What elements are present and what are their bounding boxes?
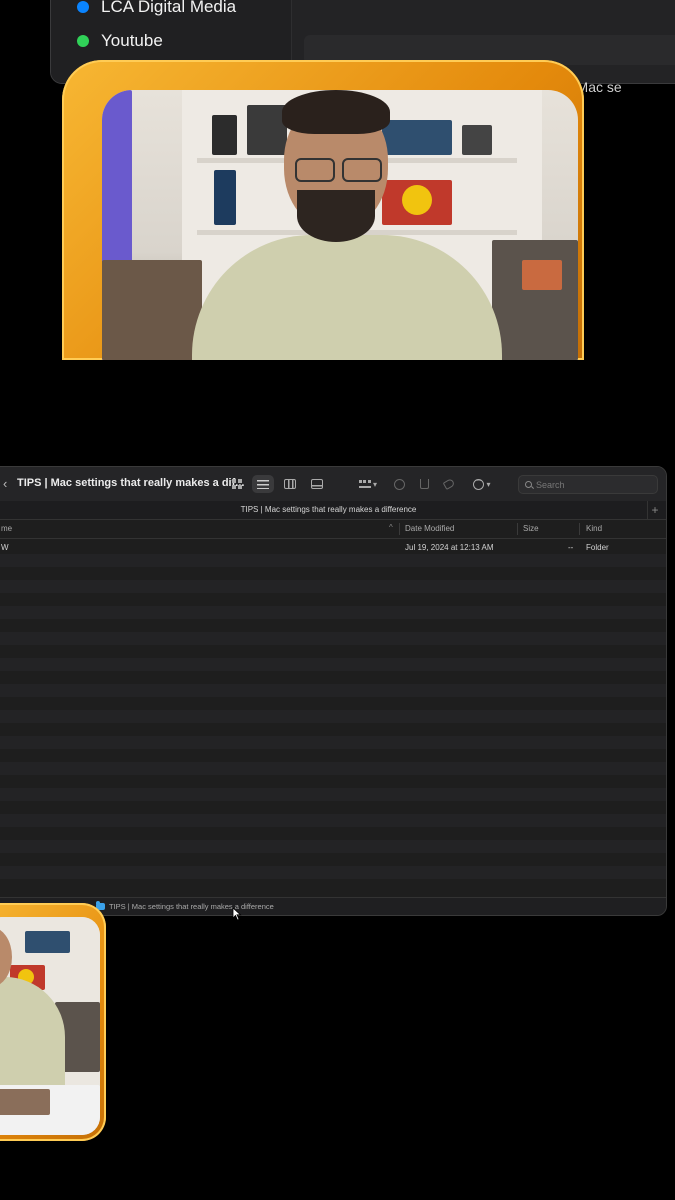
share-button[interactable]	[413, 475, 435, 493]
search-field[interactable]	[518, 475, 658, 494]
group-icon	[358, 479, 371, 489]
path-bar-item[interactable]: TIPS | Mac settings that really makes a …	[96, 901, 274, 911]
list-view-button[interactable]	[252, 475, 274, 493]
webcam-video-small	[0, 917, 100, 1135]
search-icon	[525, 481, 532, 488]
sort-chevron-icon: ^	[389, 523, 393, 532]
webcam-overlay-small	[0, 903, 106, 1141]
airdrop-button[interactable]	[388, 475, 410, 493]
search-input[interactable]	[536, 479, 646, 490]
column-view-button[interactable]	[279, 475, 301, 493]
empty-row	[0, 710, 666, 723]
webcam-overlay-large	[62, 60, 584, 360]
empty-row	[0, 658, 666, 671]
empty-row	[0, 866, 666, 879]
webcam-video	[102, 90, 578, 360]
table-row[interactable]: W Jul 19, 2024 at 12:13 AM -- Folder	[0, 541, 666, 554]
blue-tag-dot-icon	[77, 1, 89, 13]
tag-button[interactable]	[438, 475, 460, 493]
finder-toolbar: ‹ TIPS | Mac settings that really makes …	[0, 467, 666, 502]
empty-row	[0, 645, 666, 658]
chevron-down-icon: ▾	[372, 479, 377, 489]
airdrop-icon	[393, 478, 405, 490]
empty-row	[0, 580, 666, 593]
column-divider[interactable]	[517, 523, 518, 535]
column-divider[interactable]	[579, 523, 580, 535]
column-size-header[interactable]: Size	[523, 524, 539, 533]
back-button[interactable]: ‹	[3, 476, 7, 491]
empty-row	[0, 593, 666, 606]
tab-current-folder[interactable]: TIPS | Mac settings that really makes a …	[0, 501, 666, 520]
column-date-modified-header[interactable]: Date Modified	[405, 524, 454, 533]
green-tag-dot-icon	[77, 35, 89, 47]
column-name-header[interactable]: me	[1, 524, 12, 533]
gallery-view-button[interactable]	[306, 475, 328, 493]
ellipsis-circle-icon	[473, 475, 485, 490]
column-kind-header[interactable]: Kind	[586, 524, 602, 533]
tag-icon	[442, 478, 456, 490]
file-list: W Jul 19, 2024 at 12:13 AM -- Folder	[0, 539, 666, 899]
empty-row	[0, 697, 666, 710]
empty-row	[0, 723, 666, 736]
finder-window: ‹ TIPS | Mac settings that really makes …	[0, 466, 667, 916]
empty-row	[0, 749, 666, 762]
column-view-icon	[284, 479, 296, 489]
empty-row	[0, 567, 666, 580]
list-view-icon	[257, 479, 269, 489]
sidebar-tag-lca-digital-media[interactable]: LCA Digital Media	[77, 0, 236, 17]
group-button[interactable]: ▾	[354, 475, 382, 493]
window-title: TIPS | Mac settings that really makes a …	[17, 477, 245, 489]
more-actions-button[interactable]: ▾	[468, 475, 496, 493]
file-kind: Folder	[586, 543, 609, 552]
empty-row	[0, 827, 666, 840]
empty-row	[0, 684, 666, 697]
empty-row	[0, 554, 666, 567]
empty-row	[0, 619, 666, 632]
empty-row	[0, 853, 666, 866]
empty-row	[0, 879, 666, 892]
new-tab-button[interactable]: +	[647, 501, 662, 519]
status-path-label: TIPS | Mac settings that really makes a …	[109, 902, 274, 911]
share-icon	[419, 479, 429, 489]
icon-view-button[interactable]	[226, 475, 248, 493]
empty-row	[0, 775, 666, 788]
empty-row	[0, 632, 666, 645]
file-size: --	[568, 543, 574, 552]
grid-view-icon	[232, 479, 242, 489]
file-date-modified: Jul 19, 2024 at 12:13 AM	[405, 543, 494, 552]
file-name: W	[1, 543, 9, 552]
mouse-cursor-icon	[232, 907, 242, 921]
empty-row	[0, 736, 666, 749]
tag-label: Youtube	[101, 31, 163, 50]
empty-row	[0, 788, 666, 801]
empty-row	[0, 801, 666, 814]
chevron-down-icon: ▾	[486, 479, 491, 489]
empty-row	[0, 840, 666, 853]
column-divider[interactable]	[399, 523, 400, 535]
empty-row	[0, 814, 666, 827]
sidebar-tag-youtube[interactable]: Youtube	[77, 31, 163, 51]
empty-row	[0, 671, 666, 684]
tag-label: LCA Digital Media	[101, 0, 237, 16]
empty-row	[0, 606, 666, 619]
gallery-view-icon	[311, 479, 323, 489]
empty-row	[0, 762, 666, 775]
column-header-row: me ^ Date Modified Size Kind	[0, 520, 666, 539]
